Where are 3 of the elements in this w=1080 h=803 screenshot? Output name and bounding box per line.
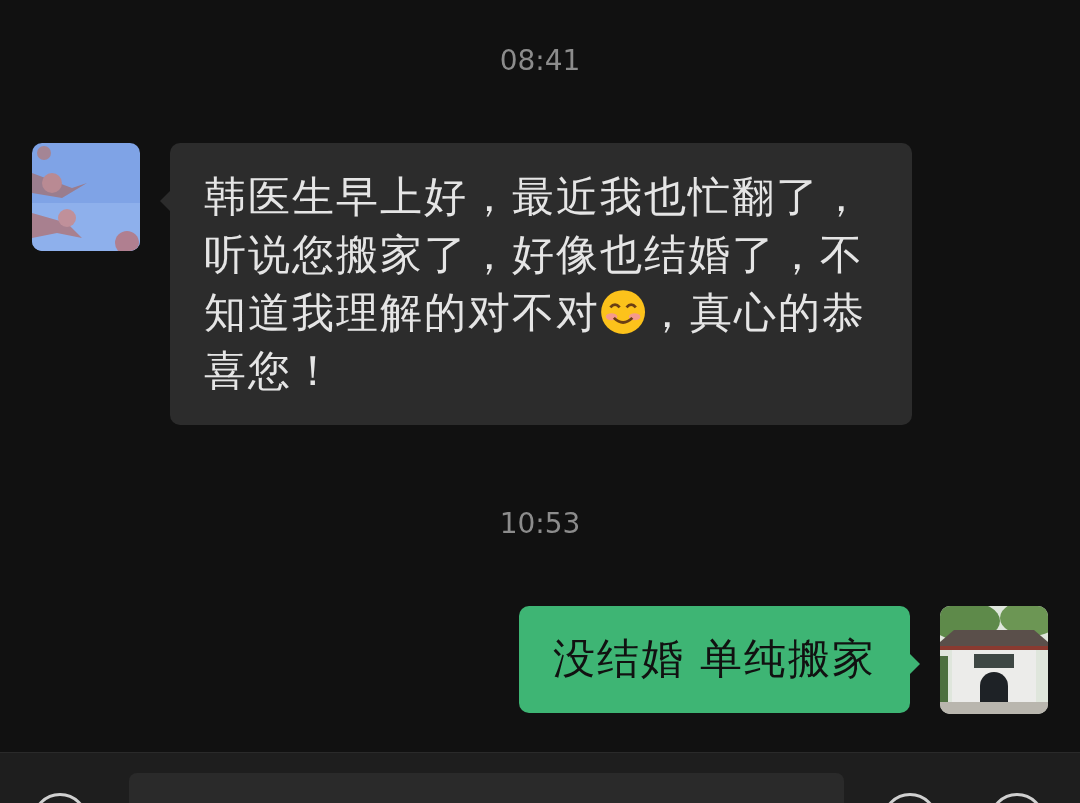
timestamp: 10:53 (499, 507, 581, 540)
timestamp: 08:41 (499, 44, 581, 77)
smiley-icon (600, 289, 647, 336)
